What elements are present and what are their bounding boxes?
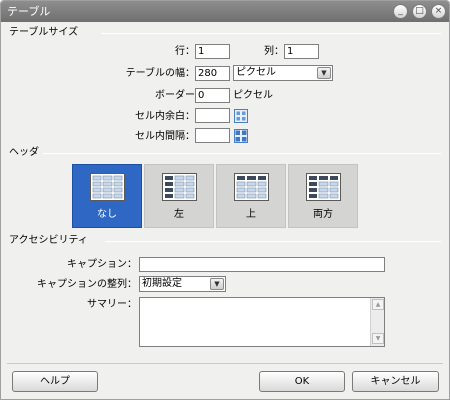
header-option-label: 両方 bbox=[313, 209, 333, 220]
cols-label: 列： bbox=[264, 46, 284, 57]
table-both-headers-icon bbox=[306, 173, 341, 201]
section-divider bbox=[101, 33, 441, 34]
footer-divider bbox=[7, 363, 443, 364]
width-unit-select[interactable]: ピクセル ▼ bbox=[233, 65, 333, 81]
close-icon: × bbox=[434, 6, 443, 16]
section-table-size: テーブルサイズ bbox=[9, 27, 79, 38]
maximize-button[interactable]: □ bbox=[412, 4, 427, 19]
summary-scrollbar[interactable]: ▲ ▼ bbox=[370, 298, 384, 346]
minimize-icon: _ bbox=[398, 6, 403, 16]
maximize-icon: □ bbox=[415, 6, 424, 16]
width-input[interactable] bbox=[195, 66, 230, 81]
caption-align-label: キャプションの整列： bbox=[37, 279, 137, 290]
width-unit-value: ピクセル bbox=[236, 67, 276, 78]
table-top-header-icon bbox=[234, 173, 269, 201]
padding-input[interactable] bbox=[195, 108, 230, 123]
section-accessibility: アクセシビリティ bbox=[9, 235, 88, 246]
width-label: テーブルの幅： bbox=[125, 68, 195, 79]
rows-label: 行： bbox=[175, 46, 195, 57]
padding-label: セル内余白： bbox=[135, 111, 195, 122]
help-button[interactable]: ヘルプ bbox=[12, 371, 98, 392]
header-option-none[interactable]: なし bbox=[72, 164, 142, 228]
caption-input[interactable] bbox=[139, 257, 385, 272]
table-left-header-icon bbox=[162, 173, 197, 201]
chevron-down-icon[interactable]: ▼ bbox=[317, 67, 331, 79]
help-button-label: ヘルプ bbox=[40, 376, 70, 387]
header-option-left[interactable]: 左 bbox=[144, 164, 214, 228]
header-option-top[interactable]: 上 bbox=[216, 164, 286, 228]
cell-padding-icon[interactable] bbox=[234, 109, 248, 123]
cell-spacing-icon[interactable] bbox=[234, 129, 248, 143]
scroll-down-icon[interactable]: ▼ bbox=[372, 333, 384, 344]
border-label: ボーダー bbox=[155, 90, 195, 101]
section-header: ヘッダ bbox=[9, 147, 39, 158]
title-bar[interactable]: テーブル _ □ × bbox=[1, 1, 449, 22]
cancel-button[interactable]: キャンセル bbox=[352, 371, 439, 392]
header-option-label: 上 bbox=[246, 209, 256, 220]
table-dialog: テーブル _ □ × テーブルサイズ 行： 列： テーブルの幅： ピクセル ▼ … bbox=[0, 0, 450, 400]
border-unit-label: ピクセル bbox=[233, 90, 273, 101]
summary-label: サマリー： bbox=[87, 299, 137, 310]
caption-align-select[interactable]: 初期設定 ▼ bbox=[139, 276, 226, 292]
summary-textarea[interactable]: ▲ ▼ bbox=[139, 297, 385, 347]
spacing-input[interactable] bbox=[195, 128, 230, 143]
section-divider bbox=[43, 153, 441, 154]
caption-align-value: 初期設定 bbox=[142, 278, 182, 289]
cancel-button-label: キャンセル bbox=[370, 376, 421, 387]
caption-label: キャプション： bbox=[67, 259, 137, 270]
table-no-header-icon bbox=[90, 173, 125, 201]
scroll-up-icon[interactable]: ▲ bbox=[372, 299, 384, 310]
header-option-label: なし bbox=[97, 209, 117, 220]
header-option-label: 左 bbox=[174, 209, 184, 220]
border-input[interactable] bbox=[195, 88, 230, 103]
close-button[interactable]: × bbox=[431, 4, 446, 19]
rows-input[interactable] bbox=[195, 44, 230, 59]
spacing-label: セル内間隔： bbox=[135, 131, 195, 142]
cols-input[interactable] bbox=[284, 44, 319, 59]
ok-button[interactable]: OK bbox=[259, 371, 345, 392]
window-title: テーブル bbox=[7, 5, 51, 18]
ok-button-label: OK bbox=[294, 376, 310, 387]
section-divider bbox=[105, 241, 441, 242]
minimize-button[interactable]: _ bbox=[393, 4, 408, 19]
header-option-both[interactable]: 両方 bbox=[288, 164, 358, 228]
chevron-down-icon[interactable]: ▼ bbox=[210, 278, 224, 290]
